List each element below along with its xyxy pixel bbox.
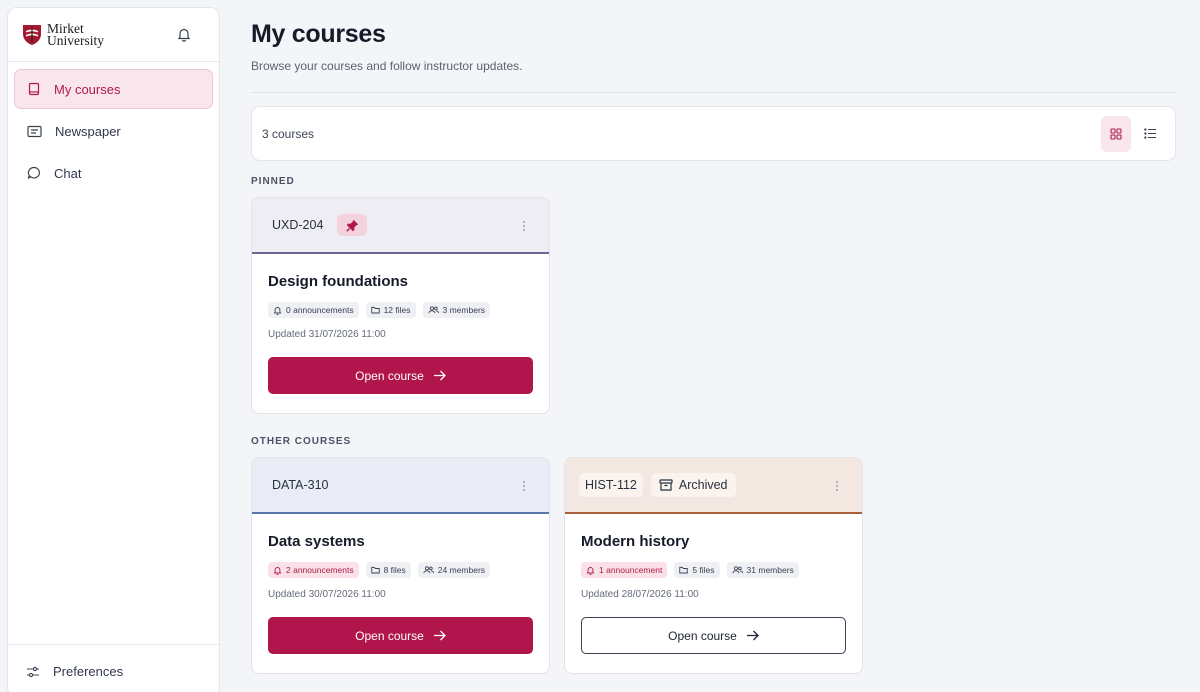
members-badge: 31 members bbox=[726, 562, 799, 578]
sidebar: Mirket University My courses Newspaper C… bbox=[7, 7, 220, 692]
sidebar-item-newspaper[interactable]: Newspaper bbox=[14, 111, 213, 151]
course-card: DATA-310 Data systems 2 announcements 8 … bbox=[251, 457, 550, 674]
open-course-button[interactable]: Open course bbox=[268, 617, 533, 654]
course-stats: 2 announcements 8 files 24 members bbox=[268, 562, 533, 578]
grid-icon bbox=[1110, 127, 1122, 140]
sidebar-item-chat[interactable]: Chat bbox=[14, 153, 213, 193]
course-card: UXD-204 Design foundations 0 announcemen… bbox=[251, 197, 550, 414]
users-icon bbox=[423, 566, 434, 574]
sidebar-item-label: My courses bbox=[54, 81, 121, 97]
updated-timestamp: Updated 28/07/2026 11:00 bbox=[581, 589, 699, 600]
updated-timestamp: Updated 30/07/2026 11:00 bbox=[268, 589, 386, 600]
bell-icon bbox=[586, 566, 595, 575]
course-title: Data systems bbox=[268, 533, 365, 550]
shield-logo-icon bbox=[23, 24, 41, 45]
members-badge: 3 members bbox=[422, 302, 491, 318]
page-subtitle: Browse your courses and follow instructo… bbox=[251, 59, 523, 73]
bell-icon bbox=[273, 566, 282, 575]
chat-bubble-icon bbox=[27, 166, 40, 179]
sidebar-item-label: Newspaper bbox=[55, 123, 121, 139]
course-card: HIST-112 Archived Modern history 1 annou… bbox=[564, 457, 863, 674]
preferences-link[interactable]: Preferences bbox=[8, 644, 219, 692]
book-icon bbox=[28, 82, 40, 96]
open-course-button[interactable]: Open course bbox=[268, 357, 533, 394]
notifications-button[interactable] bbox=[173, 24, 195, 46]
files-badge: 12 files bbox=[365, 302, 416, 318]
pin-icon bbox=[346, 219, 359, 232]
course-title: Design foundations bbox=[268, 273, 408, 290]
announcements-badge: 2 announcements bbox=[268, 562, 359, 578]
folder-icon bbox=[370, 306, 380, 314]
course-card-header: DATA-310 bbox=[252, 458, 549, 514]
grid-view-button[interactable] bbox=[1101, 115, 1131, 152]
archive-box-icon bbox=[659, 479, 673, 491]
folder-icon bbox=[679, 566, 689, 574]
header-divider bbox=[251, 92, 1176, 93]
course-card-header: UXD-204 bbox=[252, 198, 549, 254]
bell-icon bbox=[177, 28, 191, 42]
files-badge: 5 files bbox=[674, 562, 720, 578]
updated-timestamp: Updated 31/07/2026 11:00 bbox=[268, 329, 386, 340]
announcements-badge: 0 announcements bbox=[268, 302, 359, 318]
open-course-button[interactable]: Open course bbox=[581, 617, 846, 654]
course-title: Modern history bbox=[581, 533, 690, 550]
announcements-badge: 1 announcement bbox=[581, 562, 668, 578]
archived-badge: Archived bbox=[650, 473, 736, 497]
sidebar-item-label: Chat bbox=[54, 165, 82, 181]
arrow-right-icon bbox=[433, 370, 446, 381]
members-badge: 24 members bbox=[417, 562, 491, 578]
list-icon bbox=[1143, 128, 1156, 139]
users-icon bbox=[427, 306, 439, 314]
pinned-badge[interactable] bbox=[337, 214, 368, 236]
course-menu-button[interactable] bbox=[519, 479, 529, 493]
arrow-right-icon bbox=[433, 630, 446, 641]
files-badge: 8 files bbox=[365, 562, 411, 578]
page-title: My courses bbox=[251, 20, 386, 48]
users-icon bbox=[731, 566, 743, 574]
section-label-other: OTHER COURSES bbox=[251, 436, 352, 447]
sliders-icon bbox=[27, 666, 39, 677]
courses-toolbar: 3 courses bbox=[251, 106, 1176, 161]
course-stats: 1 announcement 5 files 31 members bbox=[581, 562, 846, 578]
sidebar-nav: My courses Newspaper Chat bbox=[8, 62, 219, 202]
bell-icon bbox=[273, 306, 282, 315]
view-toggle bbox=[1101, 115, 1165, 152]
course-code: UXD-204 bbox=[272, 218, 324, 232]
sidebar-item-my-courses[interactable]: My courses bbox=[14, 69, 213, 109]
university-logo[interactable]: Mirket University bbox=[22, 21, 104, 48]
list-view-button[interactable] bbox=[1135, 116, 1165, 152]
arrow-right-icon bbox=[746, 630, 759, 641]
section-label-pinned: PINNED bbox=[251, 176, 295, 187]
course-card-header: HIST-112 Archived bbox=[565, 458, 862, 514]
course-count: 3 courses bbox=[262, 126, 315, 141]
course-menu-button[interactable] bbox=[832, 479, 842, 493]
course-stats: 0 announcements 12 files 3 members bbox=[268, 302, 533, 318]
course-menu-button[interactable] bbox=[519, 219, 529, 233]
sidebar-header: Mirket University bbox=[8, 8, 219, 62]
course-code: DATA-310 bbox=[272, 478, 329, 492]
course-code: HIST-112 bbox=[579, 473, 643, 497]
folder-icon bbox=[370, 566, 380, 574]
newspaper-icon bbox=[27, 125, 42, 137]
logo-line2: University bbox=[47, 32, 104, 48]
preferences-label: Preferences bbox=[53, 664, 124, 679]
